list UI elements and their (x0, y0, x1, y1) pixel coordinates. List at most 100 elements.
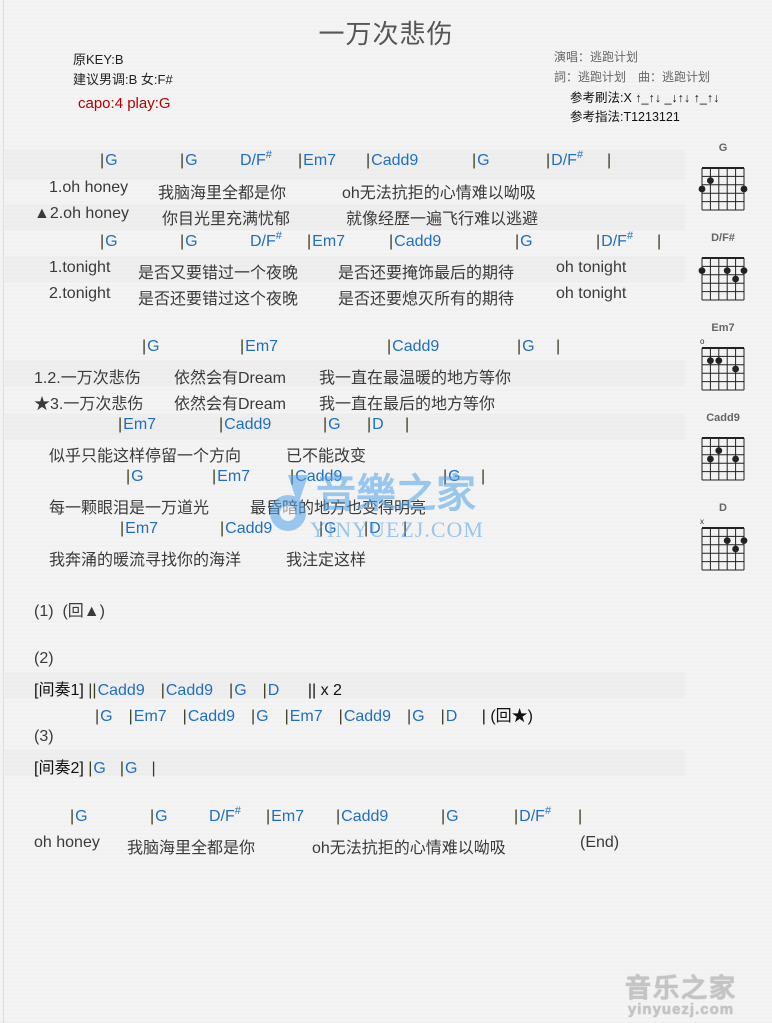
lyric-line: 你目光里充满忧郁 (162, 211, 291, 228)
bar-line: | (182, 708, 187, 725)
bar-line: | (578, 808, 583, 825)
chord-name: Cadd9 (97, 682, 145, 699)
lyric-line: 是否又要错过一个夜晚 (138, 265, 299, 282)
chord: |Em7 (120, 520, 158, 537)
chord: |G (515, 233, 533, 250)
finger-dot (732, 545, 739, 553)
fretboard-grid: o (700, 337, 745, 391)
chord: |Em7 (298, 152, 336, 169)
finger-dot (732, 365, 739, 373)
chord-diagram-name: G (718, 142, 728, 154)
chord-name: Em7 (271, 808, 305, 825)
chord: |Cadd9 (387, 338, 439, 355)
finger-dot (698, 267, 706, 274)
lyric-line: 是否还要掩饰最后的期待 (338, 265, 515, 282)
chord: Cadd9 (98, 682, 145, 699)
lyric-line: oh无法抗拒的心情难以呦吸 (342, 185, 536, 202)
bar-line: | (100, 152, 105, 169)
watermark-text: YINYUEZJ.COM (310, 517, 484, 542)
interlude-1-label: [间奏1] (34, 682, 84, 699)
part-3-label: (3) (34, 728, 54, 745)
finger-dot (723, 537, 731, 544)
bar-line: | (95, 708, 100, 725)
chord-name: G (131, 468, 144, 485)
chord: |G (88, 760, 106, 777)
chord: |D (441, 708, 458, 725)
sharp-sign: # (576, 149, 584, 161)
band (5, 414, 685, 440)
chord-name: Em7 (123, 416, 157, 433)
original-key: 原KEY:B (73, 52, 124, 67)
bar-line: | (389, 233, 394, 250)
chord: |G (407, 708, 425, 725)
bar-line: | (126, 468, 131, 485)
chord: |Cadd9 (389, 233, 441, 250)
chord: |G (180, 233, 198, 250)
chord-name: Em7 (289, 708, 323, 725)
bar-line: | (406, 708, 412, 725)
lyric-line: 似乎只能这样停留一个方向 (49, 448, 242, 465)
chord-diagram-name: D/F# (711, 232, 735, 244)
bar-line: | (336, 808, 341, 825)
bar-line: | (440, 708, 445, 725)
chord: |Cadd9 (183, 708, 235, 725)
ending-lyric: 我脑海里全都是你 (127, 840, 256, 857)
lyric-line: oh tonight (556, 285, 627, 302)
string-marker: x (700, 517, 704, 526)
bar-line: | (515, 233, 520, 250)
bar-line: | (151, 760, 156, 777)
return-triangle-mark: (回▲) (62, 603, 105, 620)
ending-lyric: (End) (580, 834, 620, 851)
chord: |G (70, 808, 88, 825)
chord: |D (263, 682, 280, 699)
chord-name: G (105, 233, 118, 250)
chord: | (657, 233, 662, 250)
chord-name: D/F (519, 808, 545, 825)
chord-name: D (372, 416, 384, 433)
lyric-line: 就像经歷一遍飞行难以逃避 (346, 211, 539, 228)
chord-name: D/F (240, 152, 266, 169)
bar-line: | (180, 233, 185, 250)
chord-diagram: G (693, 142, 753, 221)
chord: |G (150, 808, 168, 825)
chord: |D/F# (546, 149, 584, 169)
chord-name: Cadd9 (187, 708, 235, 725)
bar-line: | (120, 520, 125, 537)
interlude-2-label: [间奏2] (34, 760, 84, 777)
watermark: 音樂之家 YINYUEZJ.COM (258, 465, 518, 550)
chord: |Em7 (266, 808, 304, 825)
finger-dot (740, 267, 748, 274)
chord: |G (472, 152, 490, 169)
bar-line: | (160, 682, 165, 699)
chord: | (405, 416, 410, 433)
chord: |G (229, 682, 247, 699)
chord-name: G (477, 152, 490, 169)
chord: |D (367, 416, 384, 433)
svg-text:音樂之家: 音樂之家 (316, 471, 476, 517)
page-left-border (3, 0, 4, 1023)
lyrics-music-credit: 詞：逃跑计划 曲：逃跑计划 (554, 70, 711, 84)
lyric-line: 依然会有Dream (174, 396, 287, 413)
chord-name: Em7 (303, 152, 337, 169)
chord-name: Cadd9 (224, 416, 272, 433)
chord: |Em7 (129, 708, 167, 725)
chord: | (151, 760, 156, 777)
capo-info: capo:4 play:G (78, 95, 171, 112)
chord-name: G (185, 152, 198, 169)
chord-name: Em7 (312, 233, 346, 250)
singer-credit: 演唱：逃跑计划 (554, 50, 639, 64)
chord-name: Cadd9 (394, 233, 442, 250)
finger-dot (707, 177, 714, 184)
chord-diagram-name: D (719, 502, 727, 514)
chord-name: G (75, 808, 88, 825)
fingerpick-pattern: 参考指法:T1213121 (570, 110, 680, 124)
lyric-line: 每一颗眼泪是一万道光 (49, 500, 210, 517)
lyric-line: 我一直在最温暖的地方等你 (319, 370, 512, 387)
song-title: 一万次悲伤 (318, 19, 454, 49)
chord-diagram: D/F# (693, 232, 753, 311)
chord: D/F# (209, 805, 241, 825)
chord-name: D (267, 682, 280, 699)
bar-line: | (128, 708, 133, 725)
footer-logo: 音乐之家 yinyuezj.com (625, 968, 737, 1018)
bar-line: | (596, 233, 601, 250)
